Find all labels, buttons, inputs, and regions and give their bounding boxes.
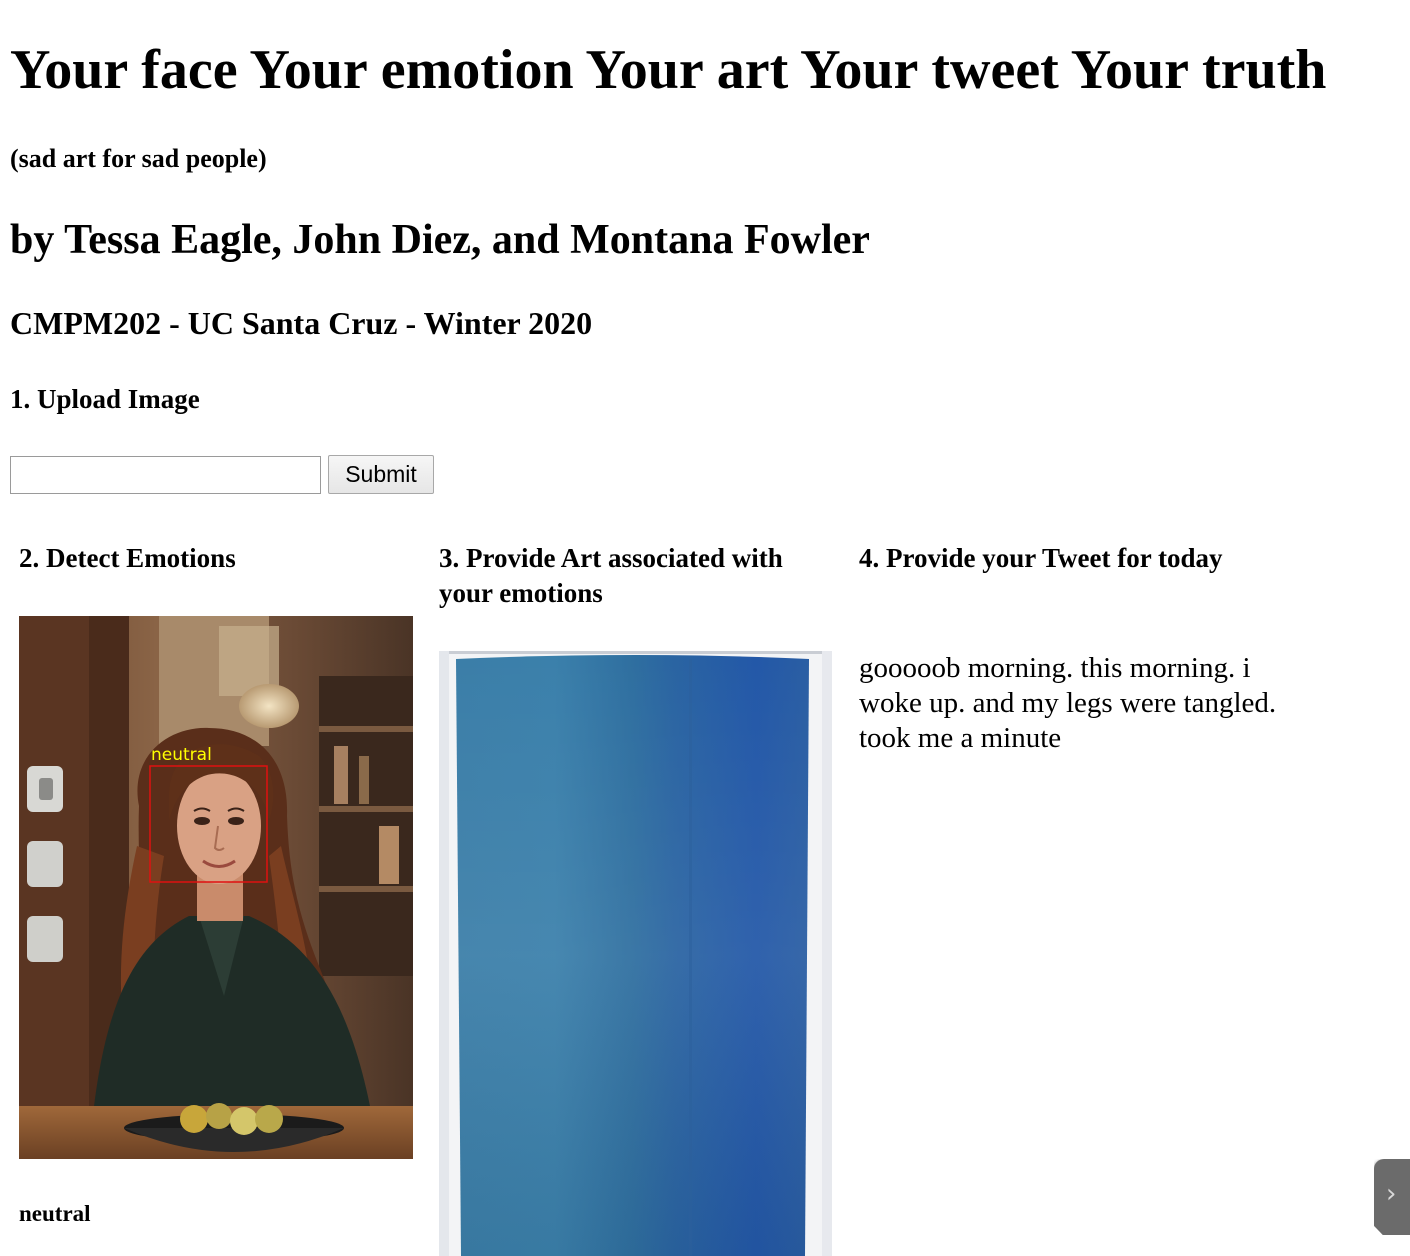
page: Your face Your emotion Your art Your twe…: [0, 0, 1410, 1256]
chevron-right-icon: ›: [1386, 1179, 1397, 1209]
detected-face-image: neutral: [19, 616, 413, 1159]
emotion-result: neutral: [19, 1201, 91, 1226]
tweet-heading: 4. Provide your Tweet for today: [859, 543, 1223, 573]
art-column: 3. Provide Art associated with your emot…: [439, 541, 839, 611]
submit-button[interactable]: Submit: [328, 455, 434, 494]
authors-heading: by Tessa Eagle, John Diez, and Montana F…: [10, 217, 870, 263]
upload-heading: 1. Upload Image: [10, 384, 200, 414]
art-heading: 3. Provide Art associated with your emot…: [439, 543, 783, 608]
tweet-column: 4. Provide your Tweet for today: [859, 541, 1259, 576]
page-subtitle: (sad art for sad people): [10, 144, 267, 173]
page-title: Your face Your emotion Your art Your twe…: [10, 39, 1327, 101]
side-panel-toggle[interactable]: ›: [1374, 1159, 1410, 1235]
detect-column: 2. Detect Emotions: [19, 541, 419, 576]
image-url-input[interactable]: [10, 456, 321, 494]
detect-heading: 2. Detect Emotions: [19, 543, 236, 573]
emotion-art-image: [439, 651, 832, 1256]
course-heading: CMPM202 - UC Santa Cruz - Winter 2020: [10, 305, 593, 341]
tweet-text: gooooob morning. this morning. i woke up…: [859, 652, 1277, 754]
face-emotion-label: neutral: [151, 745, 212, 765]
